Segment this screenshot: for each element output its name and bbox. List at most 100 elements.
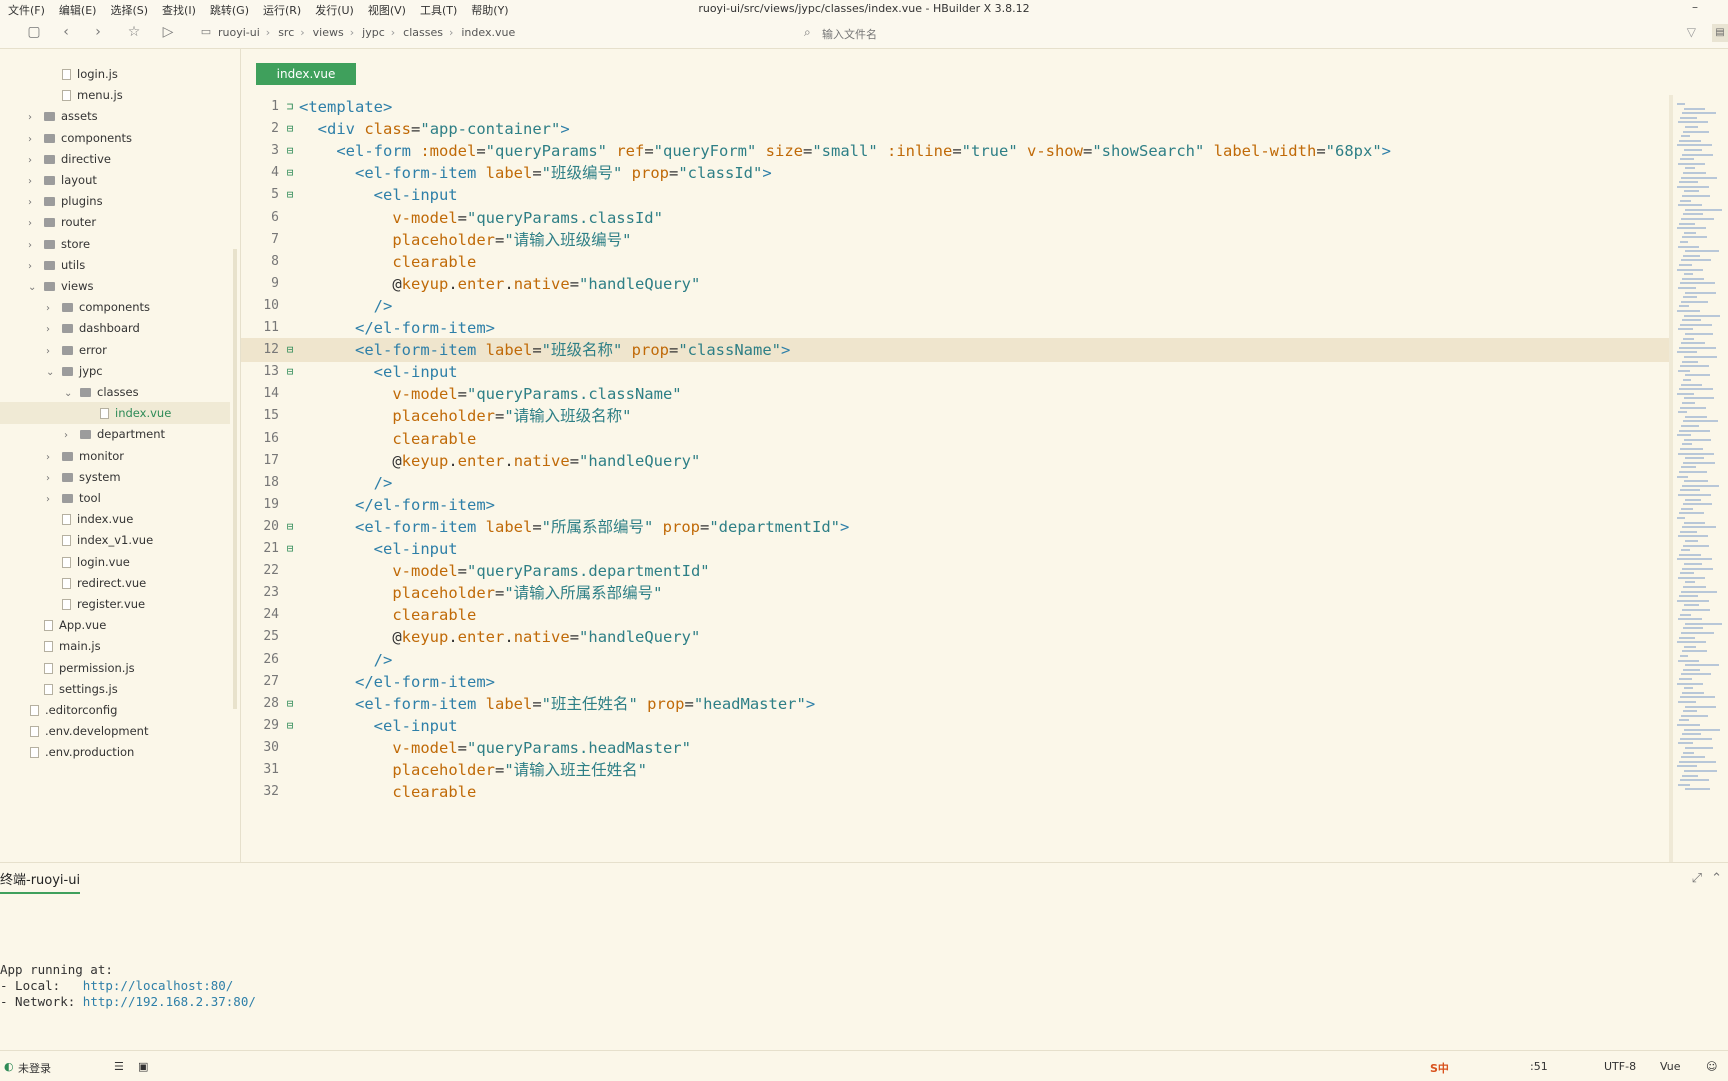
forward-icon[interactable]: › bbox=[90, 24, 106, 40]
code-line[interactable]: 26 /> bbox=[241, 648, 1671, 672]
fold-toggle-icon[interactable]: ⊟ bbox=[285, 714, 295, 738]
breadcrumb-item[interactable]: classes bbox=[403, 26, 443, 39]
tree-file[interactable]: index.vue bbox=[0, 402, 230, 425]
panel-toggle-icon[interactable]: ▤ bbox=[1712, 24, 1728, 42]
code-line[interactable]: 6 v-model="queryParams.classId" bbox=[241, 206, 1671, 230]
code-line[interactable]: 12 ⊟ <el-form-item label="班级名称" prop="cla… bbox=[241, 338, 1671, 363]
tree-folder[interactable]: › directive bbox=[0, 148, 230, 170]
code-line[interactable]: 17 @keyup.enter.native="handleQuery" bbox=[241, 449, 1671, 473]
tree-folder[interactable]: ⌄ classes bbox=[0, 381, 230, 403]
breadcrumb-item[interactable]: index.vue bbox=[461, 26, 515, 39]
code-line[interactable]: 29 ⊟ <el-input bbox=[241, 714, 1671, 738]
code-line[interactable]: 19 </el-form-item> bbox=[241, 493, 1671, 517]
tree-folder[interactable]: › system bbox=[0, 466, 230, 488]
run-icon[interactable]: ▷ bbox=[160, 24, 176, 40]
list-icon[interactable]: ☰ bbox=[114, 1060, 124, 1073]
code-line[interactable]: 32 clearable bbox=[241, 780, 1671, 804]
code-line[interactable]: 15 placeholder="请输入班级名称" bbox=[241, 404, 1671, 428]
minimize-icon[interactable]: – bbox=[1692, 0, 1698, 14]
tree-file[interactable]: menu.js bbox=[0, 84, 230, 106]
tree-folder[interactable]: › error bbox=[0, 339, 230, 361]
tree-folder[interactable]: › utils bbox=[0, 254, 230, 276]
code-line[interactable]: 23 placeholder="请输入所属系部编号" bbox=[241, 581, 1671, 605]
star-icon[interactable]: ☆ bbox=[126, 24, 142, 40]
fold-toggle-icon[interactable]: ⊟ bbox=[285, 183, 295, 207]
tab-index-vue[interactable]: index.vue bbox=[256, 63, 356, 85]
code-line[interactable]: 4 ⊟ <el-form-item label="班级编号" prop="clas… bbox=[241, 161, 1671, 185]
code-line[interactable]: 3 ⊟ <el-form :model="queryParams" ref="qu… bbox=[241, 139, 1671, 163]
code-line[interactable]: 7 placeholder="请输入班级编号" bbox=[241, 228, 1671, 252]
console-icon[interactable]: ▣ bbox=[138, 1060, 148, 1073]
tree-file[interactable]: register.vue bbox=[0, 593, 230, 615]
sidebar-scrollbar[interactable] bbox=[233, 249, 237, 709]
code-line[interactable]: 16 clearable bbox=[241, 427, 1671, 451]
terminal-link[interactable]: http://localhost:80/ bbox=[83, 978, 234, 993]
tree-folder[interactable]: › dashboard bbox=[0, 317, 230, 339]
code-area[interactable]: 1 ⊐ <template> 2 ⊟ <div class="app-container… bbox=[241, 95, 1671, 862]
code-line[interactable]: 24 clearable bbox=[241, 603, 1671, 627]
fold-toggle-icon[interactable]: ⊟ bbox=[285, 692, 295, 716]
code-line[interactable]: 5 ⊟ <el-input bbox=[241, 183, 1671, 207]
code-line[interactable]: 31 placeholder="请输入班主任姓名" bbox=[241, 758, 1671, 782]
code-line[interactable]: 2 ⊟ <div class="app-container"> bbox=[241, 117, 1671, 141]
fold-toggle-icon[interactable]: ⊟ bbox=[285, 117, 295, 141]
breadcrumb-item[interactable]: views bbox=[313, 26, 344, 39]
tree-file[interactable]: index_v1.vue bbox=[0, 529, 230, 551]
tree-file[interactable]: .env.development bbox=[0, 720, 230, 742]
language-indicator[interactable]: Vue bbox=[1660, 1060, 1681, 1073]
tree-file[interactable]: settings.js bbox=[0, 678, 230, 700]
fold-toggle-icon[interactable]: ⊟ bbox=[285, 139, 295, 163]
code-line[interactable]: 25 @keyup.enter.native="handleQuery" bbox=[241, 625, 1671, 649]
tree-folder[interactable]: › tool bbox=[0, 487, 230, 509]
ime-icon[interactable]: S中 bbox=[1430, 1060, 1449, 1076]
fold-toggle-icon[interactable]: ⊟ bbox=[285, 338, 295, 362]
tree-folder[interactable]: › layout bbox=[0, 169, 230, 191]
breadcrumb-item[interactable]: src bbox=[278, 26, 294, 39]
code-line[interactable]: 8 clearable bbox=[241, 250, 1671, 274]
code-line[interactable]: 28 ⊟ <el-form-item label="班主任姓名" prop="he… bbox=[241, 692, 1671, 716]
file-search-input[interactable] bbox=[820, 24, 1664, 44]
tree-folder[interactable]: › monitor bbox=[0, 445, 230, 467]
encoding-indicator[interactable]: UTF-8 bbox=[1604, 1060, 1636, 1073]
tree-folder[interactable]: › router bbox=[0, 211, 230, 233]
breadcrumb-item[interactable]: jypc bbox=[362, 26, 385, 39]
new-file-icon[interactable]: ▢ bbox=[26, 24, 42, 40]
code-line[interactable]: 22 v-model="queryParams.departmentId" bbox=[241, 559, 1671, 583]
collapse-panel-icon[interactable]: ⌃ bbox=[1711, 871, 1722, 886]
fold-toggle-icon[interactable]: ⊐ bbox=[285, 95, 295, 119]
code-line[interactable]: 13 ⊟ <el-input bbox=[241, 360, 1671, 384]
notification-icon[interactable]: ☺ bbox=[1706, 1060, 1717, 1073]
user-icon[interactable]: ◐ bbox=[4, 1060, 14, 1073]
code-line[interactable]: 27 </el-form-item> bbox=[241, 670, 1671, 694]
tree-file[interactable]: login.js bbox=[0, 63, 230, 85]
tree-file[interactable]: redirect.vue bbox=[0, 572, 230, 594]
fold-toggle-icon[interactable]: ⊟ bbox=[285, 360, 295, 384]
code-line[interactable]: 30 v-model="queryParams.headMaster" bbox=[241, 736, 1671, 760]
tree-folder[interactable]: › plugins bbox=[0, 190, 230, 212]
login-status[interactable]: 未登录 bbox=[18, 1060, 51, 1076]
back-icon[interactable]: ‹ bbox=[58, 24, 74, 40]
tree-folder[interactable]: › department bbox=[0, 423, 230, 445]
terminal-output[interactable]: App running at: - Local: http://localhos… bbox=[0, 894, 1728, 1050]
tree-file[interactable]: permission.js bbox=[0, 657, 230, 679]
tree-file[interactable]: main.js bbox=[0, 635, 230, 657]
tree-folder[interactable]: › store bbox=[0, 233, 230, 255]
fold-toggle-icon[interactable]: ⊟ bbox=[285, 161, 295, 185]
tab-terminal[interactable]: 终端-ruoyi-ui bbox=[0, 869, 81, 894]
breadcrumb-item[interactable]: ruoyi-ui bbox=[218, 26, 260, 39]
tree-folder[interactable]: › components bbox=[0, 296, 230, 318]
code-line[interactable]: 10 /> bbox=[241, 294, 1671, 318]
fold-toggle-icon[interactable]: ⊟ bbox=[285, 515, 295, 539]
code-line[interactable]: 20 ⊟ <el-form-item label="所属系部编号" prop="d… bbox=[241, 515, 1671, 539]
code-line[interactable]: 11 </el-form-item> bbox=[241, 316, 1671, 340]
maximize-panel-icon[interactable]: ⤢ bbox=[1692, 871, 1702, 886]
tree-file[interactable]: .env.production bbox=[0, 741, 230, 763]
code-line[interactable]: 18 /> bbox=[241, 471, 1671, 495]
code-line[interactable]: 14 v-model="queryParams.className" bbox=[241, 382, 1671, 406]
tree-folder[interactable]: › assets bbox=[0, 105, 230, 127]
tree-folder[interactable]: ⌄ jypc bbox=[0, 360, 230, 382]
fold-toggle-icon[interactable]: ⊟ bbox=[285, 537, 295, 561]
code-line[interactable]: 1 ⊐ <template> bbox=[241, 95, 1671, 119]
code-line[interactable]: 9 @keyup.enter.native="handleQuery" bbox=[241, 272, 1671, 296]
filter-icon[interactable]: ▽ bbox=[1687, 25, 1696, 39]
